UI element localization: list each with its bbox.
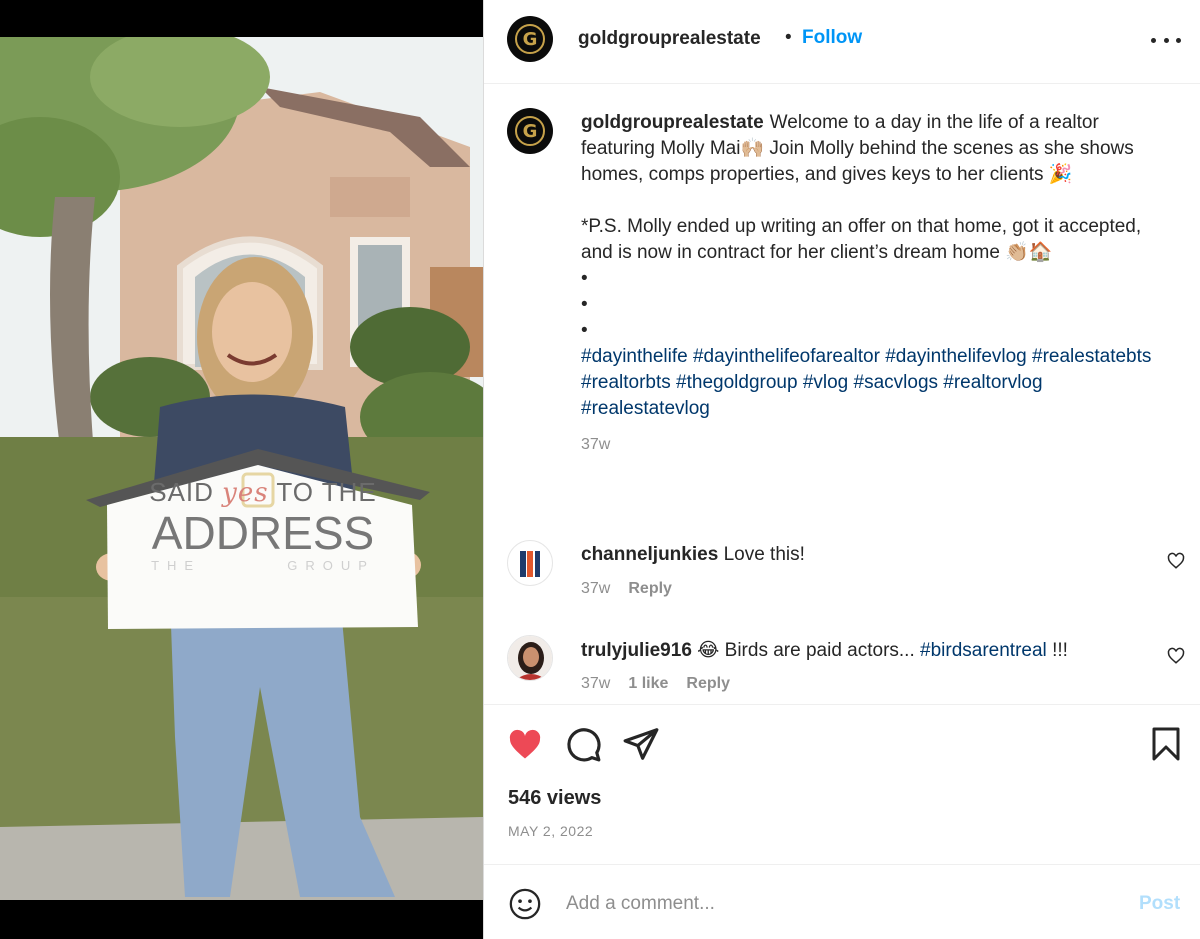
user-photo-avatar — [508, 636, 552, 680]
post-photo: SAID yes TO THE ADDRESS THE GROUP — [0, 37, 483, 900]
comment-bubble-icon[interactable] — [564, 725, 602, 763]
reply-button[interactable]: Reply — [628, 580, 672, 598]
comment-time[interactable]: 37w — [581, 675, 610, 693]
gold-group-logo-icon: G — [515, 24, 545, 54]
commenter-username[interactable]: channeljunkies — [581, 544, 718, 565]
heart-outline-icon[interactable] — [1167, 647, 1185, 665]
post-date[interactable]: MAY 2, 2022 — [508, 823, 593, 839]
comment-time[interactable]: 37w — [581, 580, 610, 598]
post-panel: G goldgrouprealestate • Follow G goldgro… — [483, 0, 1200, 939]
paper-plane-icon[interactable] — [622, 725, 660, 763]
commenter-avatar[interactable] — [507, 540, 553, 586]
caption-timestamp[interactable]: 37w — [581, 432, 1171, 458]
comment-body-end: !!! — [1052, 640, 1068, 661]
reply-button[interactable]: Reply — [686, 675, 730, 693]
channel-junkies-logo-icon — [520, 551, 540, 577]
post-header: G goldgrouprealestate • Follow — [484, 0, 1200, 84]
comment-body: Love this! — [723, 544, 805, 565]
sign-line1-b: yes — [222, 478, 269, 508]
sign-text: SAID yes TO THE ADDRESS THE GROUP — [108, 477, 418, 573]
comment-meta: 37w 1 like Reply — [581, 675, 730, 693]
caption-paragraph-2: *P.S. Molly ended up writing an offer on… — [581, 216, 1142, 263]
more-options-icon[interactable] — [1151, 28, 1181, 52]
caption-username[interactable]: goldgrouprealestate — [581, 112, 764, 133]
caption-bullet: • — [581, 294, 588, 315]
separator-dot: • — [785, 27, 792, 48]
comment-text: trulyjulie916 😂 Birds are paid actors...… — [581, 639, 1068, 662]
comment-text: channeljunkies Love this! — [581, 544, 805, 566]
sign-line1-c: TO THE — [276, 477, 377, 507]
comment-item: channeljunkies Love this! 37w Reply — [484, 540, 1200, 610]
view-count[interactable]: 546 views — [508, 787, 601, 810]
photo-scene — [0, 37, 483, 900]
comment-body: 😂 Birds are paid actors... — [697, 640, 915, 661]
sign-line1-a: SAID — [149, 477, 214, 507]
caption-text: goldgrouprealestate Welcome to a day in t… — [581, 110, 1171, 458]
heart-outline-icon[interactable] — [1167, 552, 1185, 570]
comment-input[interactable] — [566, 889, 1106, 919]
comment-hashtag[interactable]: #birdsarentreal — [920, 640, 1047, 661]
sign-line2: ADDRESS — [151, 507, 375, 559]
commenter-avatar[interactable] — [507, 635, 553, 681]
author-avatar[interactable]: G — [507, 16, 553, 62]
author-username[interactable]: goldgrouprealestate — [578, 28, 761, 50]
caption-hashtags[interactable]: #dayinthelife #dayinthelifeofarealtor #d… — [581, 344, 1171, 422]
comment-likes[interactable]: 1 like — [628, 675, 668, 693]
add-comment-bar: Post — [484, 864, 1200, 939]
sign-line3-a: THE — [151, 558, 202, 573]
caption-avatar[interactable]: G — [507, 108, 553, 154]
caption-bullet: • — [581, 320, 588, 341]
comment-meta: 37w Reply — [581, 580, 672, 598]
comment-item: trulyjulie916 😂 Birds are paid actors...… — [484, 635, 1200, 705]
commenter-username[interactable]: trulyjulie916 — [581, 640, 692, 661]
action-bar: 546 views MAY 2, 2022 — [484, 704, 1200, 864]
follow-button[interactable]: Follow — [802, 27, 862, 49]
caption-bullet: • — [581, 268, 588, 289]
heart-filled-icon[interactable] — [506, 727, 544, 763]
post-media[interactable]: SAID yes TO THE ADDRESS THE GROUP — [0, 0, 483, 939]
gold-group-logo-icon: G — [515, 116, 545, 146]
bookmark-icon[interactable] — [1148, 725, 1184, 763]
sign-line3-b: GROUP — [287, 558, 375, 573]
post-comment-button[interactable]: Post — [1139, 893, 1180, 915]
smiley-icon[interactable] — [508, 887, 542, 921]
